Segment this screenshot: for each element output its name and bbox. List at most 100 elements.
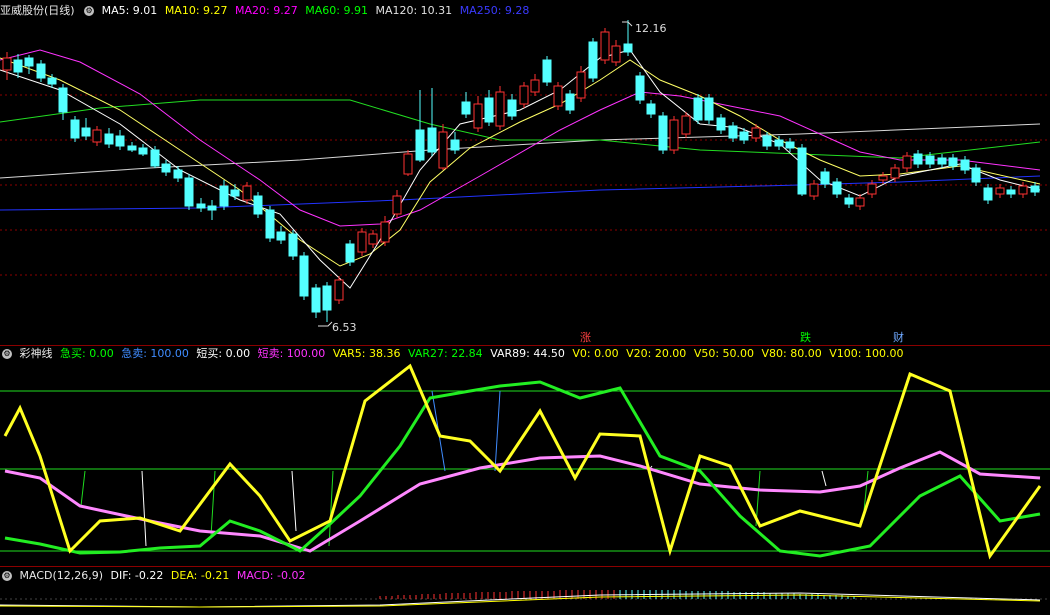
signal-tick: [210, 470, 216, 537]
rise-marker[interactable]: 涨: [580, 331, 591, 344]
candle-body: [669, 119, 679, 151]
candle-body: [403, 153, 413, 175]
ma250-line: [0, 175, 1041, 211]
candle-body: [600, 31, 610, 61]
candle-body: [855, 197, 865, 207]
candle-body: [104, 133, 114, 145]
candlestick-chart[interactable]: 12.16 6.53 涨 跌 财: [0, 0, 1050, 345]
candle-body: [58, 87, 68, 113]
candle-body: [611, 45, 621, 63]
candle-body: [196, 203, 206, 209]
candle-body: [704, 97, 714, 121]
candle-body: [762, 135, 772, 147]
candle-body: [983, 187, 993, 201]
low-marker: 6.53: [318, 321, 357, 334]
candle-body: [138, 147, 148, 155]
signal-tick: [80, 470, 86, 507]
candle-body: [971, 167, 981, 183]
ma20-line: [0, 49, 1041, 227]
var89-line: [4, 450, 1041, 553]
candle-body: [36, 63, 46, 79]
candle-body: [902, 155, 912, 169]
candle-body: [785, 141, 795, 149]
candle-body: [995, 187, 1005, 195]
candle-body: [357, 231, 367, 253]
candle-body: [380, 221, 390, 243]
candle-body: [553, 85, 563, 107]
candle-body: [13, 59, 23, 73]
candle-body: [265, 209, 275, 239]
candle-body: [392, 195, 402, 215]
finance-marker[interactable]: 财: [893, 330, 904, 344]
candle-body: [913, 153, 923, 165]
candle-body: [820, 171, 830, 185]
indicator-chart[interactable]: [0, 346, 1050, 566]
candle-body: [576, 71, 586, 99]
macd-chart[interactable]: [0, 567, 1050, 615]
candle-body: [461, 101, 471, 115]
candle-body: [230, 189, 240, 197]
candle-body: [751, 127, 761, 139]
candle-body: [890, 167, 900, 179]
candle-body: [288, 233, 298, 257]
candle-body: [207, 205, 217, 211]
candle-body: [450, 139, 460, 151]
candle-body: [219, 185, 229, 207]
candle-body: [507, 99, 517, 117]
candle-body: [728, 125, 738, 139]
candle-body: [519, 85, 529, 105]
candle-body: [173, 169, 183, 179]
candle-body: [588, 41, 598, 79]
candle-body: [878, 175, 888, 181]
candle-body: [960, 159, 970, 171]
candle-body: [693, 97, 703, 121]
candle-body: [253, 195, 263, 215]
candle-body: [24, 57, 34, 67]
candle-body: [184, 177, 194, 207]
candle-body: [415, 129, 425, 161]
fall-marker[interactable]: 跌: [800, 330, 811, 344]
candle-body: [2, 57, 12, 71]
candle-body: [334, 279, 344, 301]
candle-body: [81, 127, 91, 137]
candle-body: [427, 127, 437, 153]
signal-tick: [821, 470, 827, 487]
candle-body: [368, 233, 378, 245]
candle-body: [925, 155, 935, 165]
candle-body: [774, 139, 784, 147]
candle-body: [1018, 185, 1028, 195]
candle-body: [797, 147, 807, 195]
candle-body: [867, 183, 877, 195]
candle-body: [495, 91, 505, 127]
signal-tick: [141, 470, 147, 547]
ma60-line: [0, 99, 1041, 159]
candle-body: [311, 287, 321, 313]
signal-tick: [291, 470, 297, 532]
candle-body: [1030, 185, 1040, 193]
candle-body: [948, 157, 958, 167]
candle-body: [115, 135, 125, 147]
candle-body: [322, 285, 332, 311]
candle-body: [127, 145, 137, 151]
candle-body: [242, 185, 252, 201]
dea-line: [0, 594, 1041, 608]
candle-body: [70, 119, 80, 139]
signal-tick: [494, 390, 501, 472]
candle-body: [716, 117, 726, 131]
candle-body: [844, 197, 854, 205]
candle-body: [646, 103, 656, 115]
candle-body: [47, 77, 57, 85]
candle-body: [623, 43, 633, 53]
high-price-label: 12.16: [635, 22, 667, 35]
candle-body: [92, 129, 102, 143]
candle-body: [658, 115, 668, 151]
candle-body: [832, 181, 842, 195]
candle-body: [739, 131, 749, 141]
candle-body: [681, 115, 691, 135]
candle-body: [1006, 189, 1016, 195]
candle-body: [809, 183, 819, 197]
candle-body: [565, 93, 575, 111]
candle-body: [161, 163, 171, 173]
candle-body: [438, 131, 448, 169]
high-marker: 12.16: [622, 21, 667, 35]
